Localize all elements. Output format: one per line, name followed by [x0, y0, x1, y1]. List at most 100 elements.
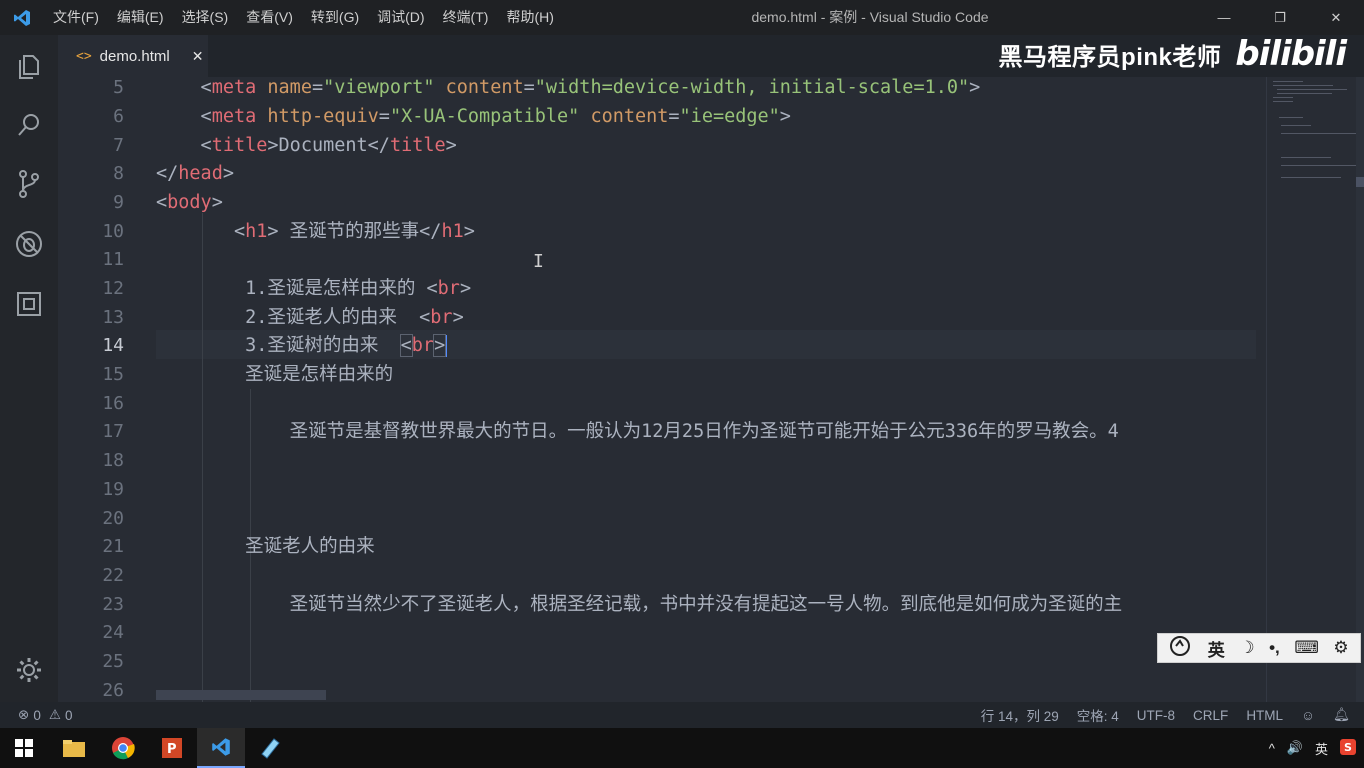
tab-close-icon[interactable]: ✕ [192, 48, 204, 65]
ime-logo-icon[interactable] [1169, 635, 1193, 662]
code-line-12: 1.圣诞是怎样由来的 <br> [156, 278, 472, 299]
menu-bar: 文件(F) 编辑(E) 选择(S) 查看(V) 转到(G) 调试(D) 终端(T… [44, 0, 563, 35]
line-number-gutter: 5 6 7 8 9 10 11 12 13 14 15 16 17 18 19 … [58, 77, 128, 702]
search-icon[interactable] [0, 96, 58, 154]
close-button[interactable]: ✕ [1308, 0, 1364, 35]
mouse-ibeam-cursor-icon: I [533, 251, 544, 272]
line-number: 24 [102, 622, 124, 643]
problems-indicator[interactable]: ⊗ 0 ⚠ 0 [18, 702, 72, 728]
sogou-ime-icon[interactable]: S [1340, 738, 1356, 758]
maximize-button[interactable]: ❐ [1252, 0, 1308, 35]
code-line-8: </head> [156, 163, 234, 184]
file-explorer-icon[interactable] [50, 728, 98, 768]
settings-gear-icon[interactable] [0, 641, 58, 699]
error-count: 0 [33, 707, 41, 723]
code-line-6: <meta http-equiv="X-UA-Compatible" conte… [156, 106, 791, 127]
line-number: 6 [113, 106, 124, 127]
line-number: 11 [102, 249, 124, 270]
code-area[interactable]: <meta name="viewport" content="width=dev… [156, 77, 1256, 702]
html-file-icon: <> [76, 49, 92, 64]
minimize-button[interactable]: — [1196, 0, 1252, 35]
ime-settings-icon[interactable]: ⚙ [1333, 638, 1348, 658]
line-number: 20 [102, 508, 124, 529]
line-number-active: 14 [102, 335, 124, 356]
code-line-5: <meta name="viewport" content="width=dev… [156, 77, 981, 98]
ime-keyboard-icon[interactable]: ⌨ [1294, 638, 1319, 658]
chrome-icon[interactable] [99, 728, 147, 768]
line-number: 15 [102, 364, 124, 385]
extensions-icon[interactable] [0, 275, 58, 333]
windows-taskbar: P ^ 🔊 英 S [0, 728, 1364, 768]
ime-punctuation-icon[interactable]: •, [1269, 638, 1280, 658]
powerpoint-icon[interactable]: P [148, 728, 196, 768]
vscode-taskbar-icon[interactable] [197, 728, 245, 768]
line-ending[interactable]: CRLF [1193, 708, 1228, 723]
menu-help[interactable]: 帮助(H) [497, 0, 562, 35]
code-line-14: 3.圣诞树的由来 <br> [156, 334, 448, 357]
svg-text:P: P [167, 742, 177, 757]
horizontal-scrollbar[interactable] [156, 690, 326, 700]
volume-icon[interactable]: 🔊 [1287, 740, 1303, 756]
activity-bar [0, 35, 58, 702]
ime-toolbar[interactable]: 英 ☽ •, ⌨ ⚙ [1157, 633, 1361, 663]
indentation[interactable]: 空格: 4 [1077, 705, 1119, 725]
tray-input-language[interactable]: 英 [1315, 739, 1328, 758]
line-number: 17 [102, 421, 124, 442]
text-cursor [445, 335, 448, 357]
line-number: 9 [113, 192, 124, 213]
line-number: 5 [113, 77, 124, 98]
language-mode[interactable]: HTML [1246, 708, 1283, 723]
line-number: 25 [102, 651, 124, 672]
code-line-15: 圣诞是怎样由来的 [156, 364, 394, 385]
menu-file[interactable]: 文件(F) [44, 0, 108, 35]
line-number: 10 [102, 221, 124, 242]
menu-selection[interactable]: 选择(S) [173, 0, 238, 35]
ime-moon-icon[interactable]: ☽ [1239, 638, 1254, 658]
notifications-bell-icon[interactable]: 🔔︎ [1333, 707, 1350, 723]
code-line-21: 圣诞老人的由来 [156, 536, 375, 557]
code-line-9: <body> [156, 192, 223, 213]
code-line-17: 圣诞节是基督教世界最大的节日。一般认为12月25日作为圣诞节可能开始于公元336… [156, 421, 1119, 442]
tab-demo-html[interactable]: <> demo.html ✕ [58, 35, 208, 77]
source-control-icon[interactable] [0, 155, 58, 213]
menu-go[interactable]: 转到(G) [302, 0, 368, 35]
error-icon: ⊗ [18, 707, 30, 722]
system-tray: ^ 🔊 英 S [1269, 728, 1356, 768]
line-number: 18 [102, 450, 124, 471]
code-editor[interactable]: 5 6 7 8 9 10 11 12 13 14 15 16 17 18 19 … [58, 77, 1364, 702]
status-bar: ⊗ 0 ⚠ 0 行 14，列 29 空格: 4 UTF-8 CRLF HTML … [0, 702, 1364, 728]
line-number: 16 [102, 393, 124, 414]
line-number: 12 [102, 278, 124, 299]
menu-edit[interactable]: 编辑(E) [108, 0, 173, 35]
line-number: 22 [102, 565, 124, 586]
code-line-7: <title>Document</title> [156, 135, 457, 156]
notepad-icon[interactable] [246, 728, 294, 768]
encoding[interactable]: UTF-8 [1137, 708, 1175, 723]
menu-terminal[interactable]: 终端(T) [434, 0, 498, 35]
svg-text:S: S [1344, 741, 1352, 754]
feedback-smiley-icon[interactable]: ☺ [1301, 708, 1315, 723]
explorer-icon[interactable] [0, 37, 58, 95]
bilibili-logo: bilibili [1235, 34, 1347, 74]
warning-count: 0 [64, 707, 73, 723]
warning-icon: ⚠ [48, 707, 61, 722]
cursor-position[interactable]: 行 14，列 29 [981, 705, 1059, 725]
menu-debug[interactable]: 调试(D) [368, 0, 433, 35]
line-number: 8 [113, 163, 124, 184]
watermark: 黑马程序员pink老师 bilibili [999, 34, 1347, 74]
code-line-23: 圣诞节当然少不了圣诞老人，根据圣经记载，书中并没有提起这一号人物。到底他是如何成… [156, 594, 1123, 615]
code-line-10: <h1> 圣诞节的那些事</h1> [156, 221, 475, 242]
debug-icon[interactable] [0, 215, 58, 273]
ime-language-toggle[interactable]: 英 [1208, 636, 1225, 661]
vscode-logo-icon [0, 0, 44, 35]
windows-start-icon[interactable] [0, 728, 48, 768]
line-number: 21 [102, 536, 124, 557]
minimap[interactable] [1266, 77, 1356, 702]
tray-expand-icon[interactable]: ^ [1269, 741, 1275, 756]
vertical-scrollbar[interactable] [1356, 77, 1364, 702]
line-number: 7 [113, 135, 124, 156]
line-number: 23 [102, 594, 124, 615]
line-number: 19 [102, 479, 124, 500]
menu-view[interactable]: 查看(V) [237, 0, 302, 35]
line-number: 26 [102, 680, 124, 701]
